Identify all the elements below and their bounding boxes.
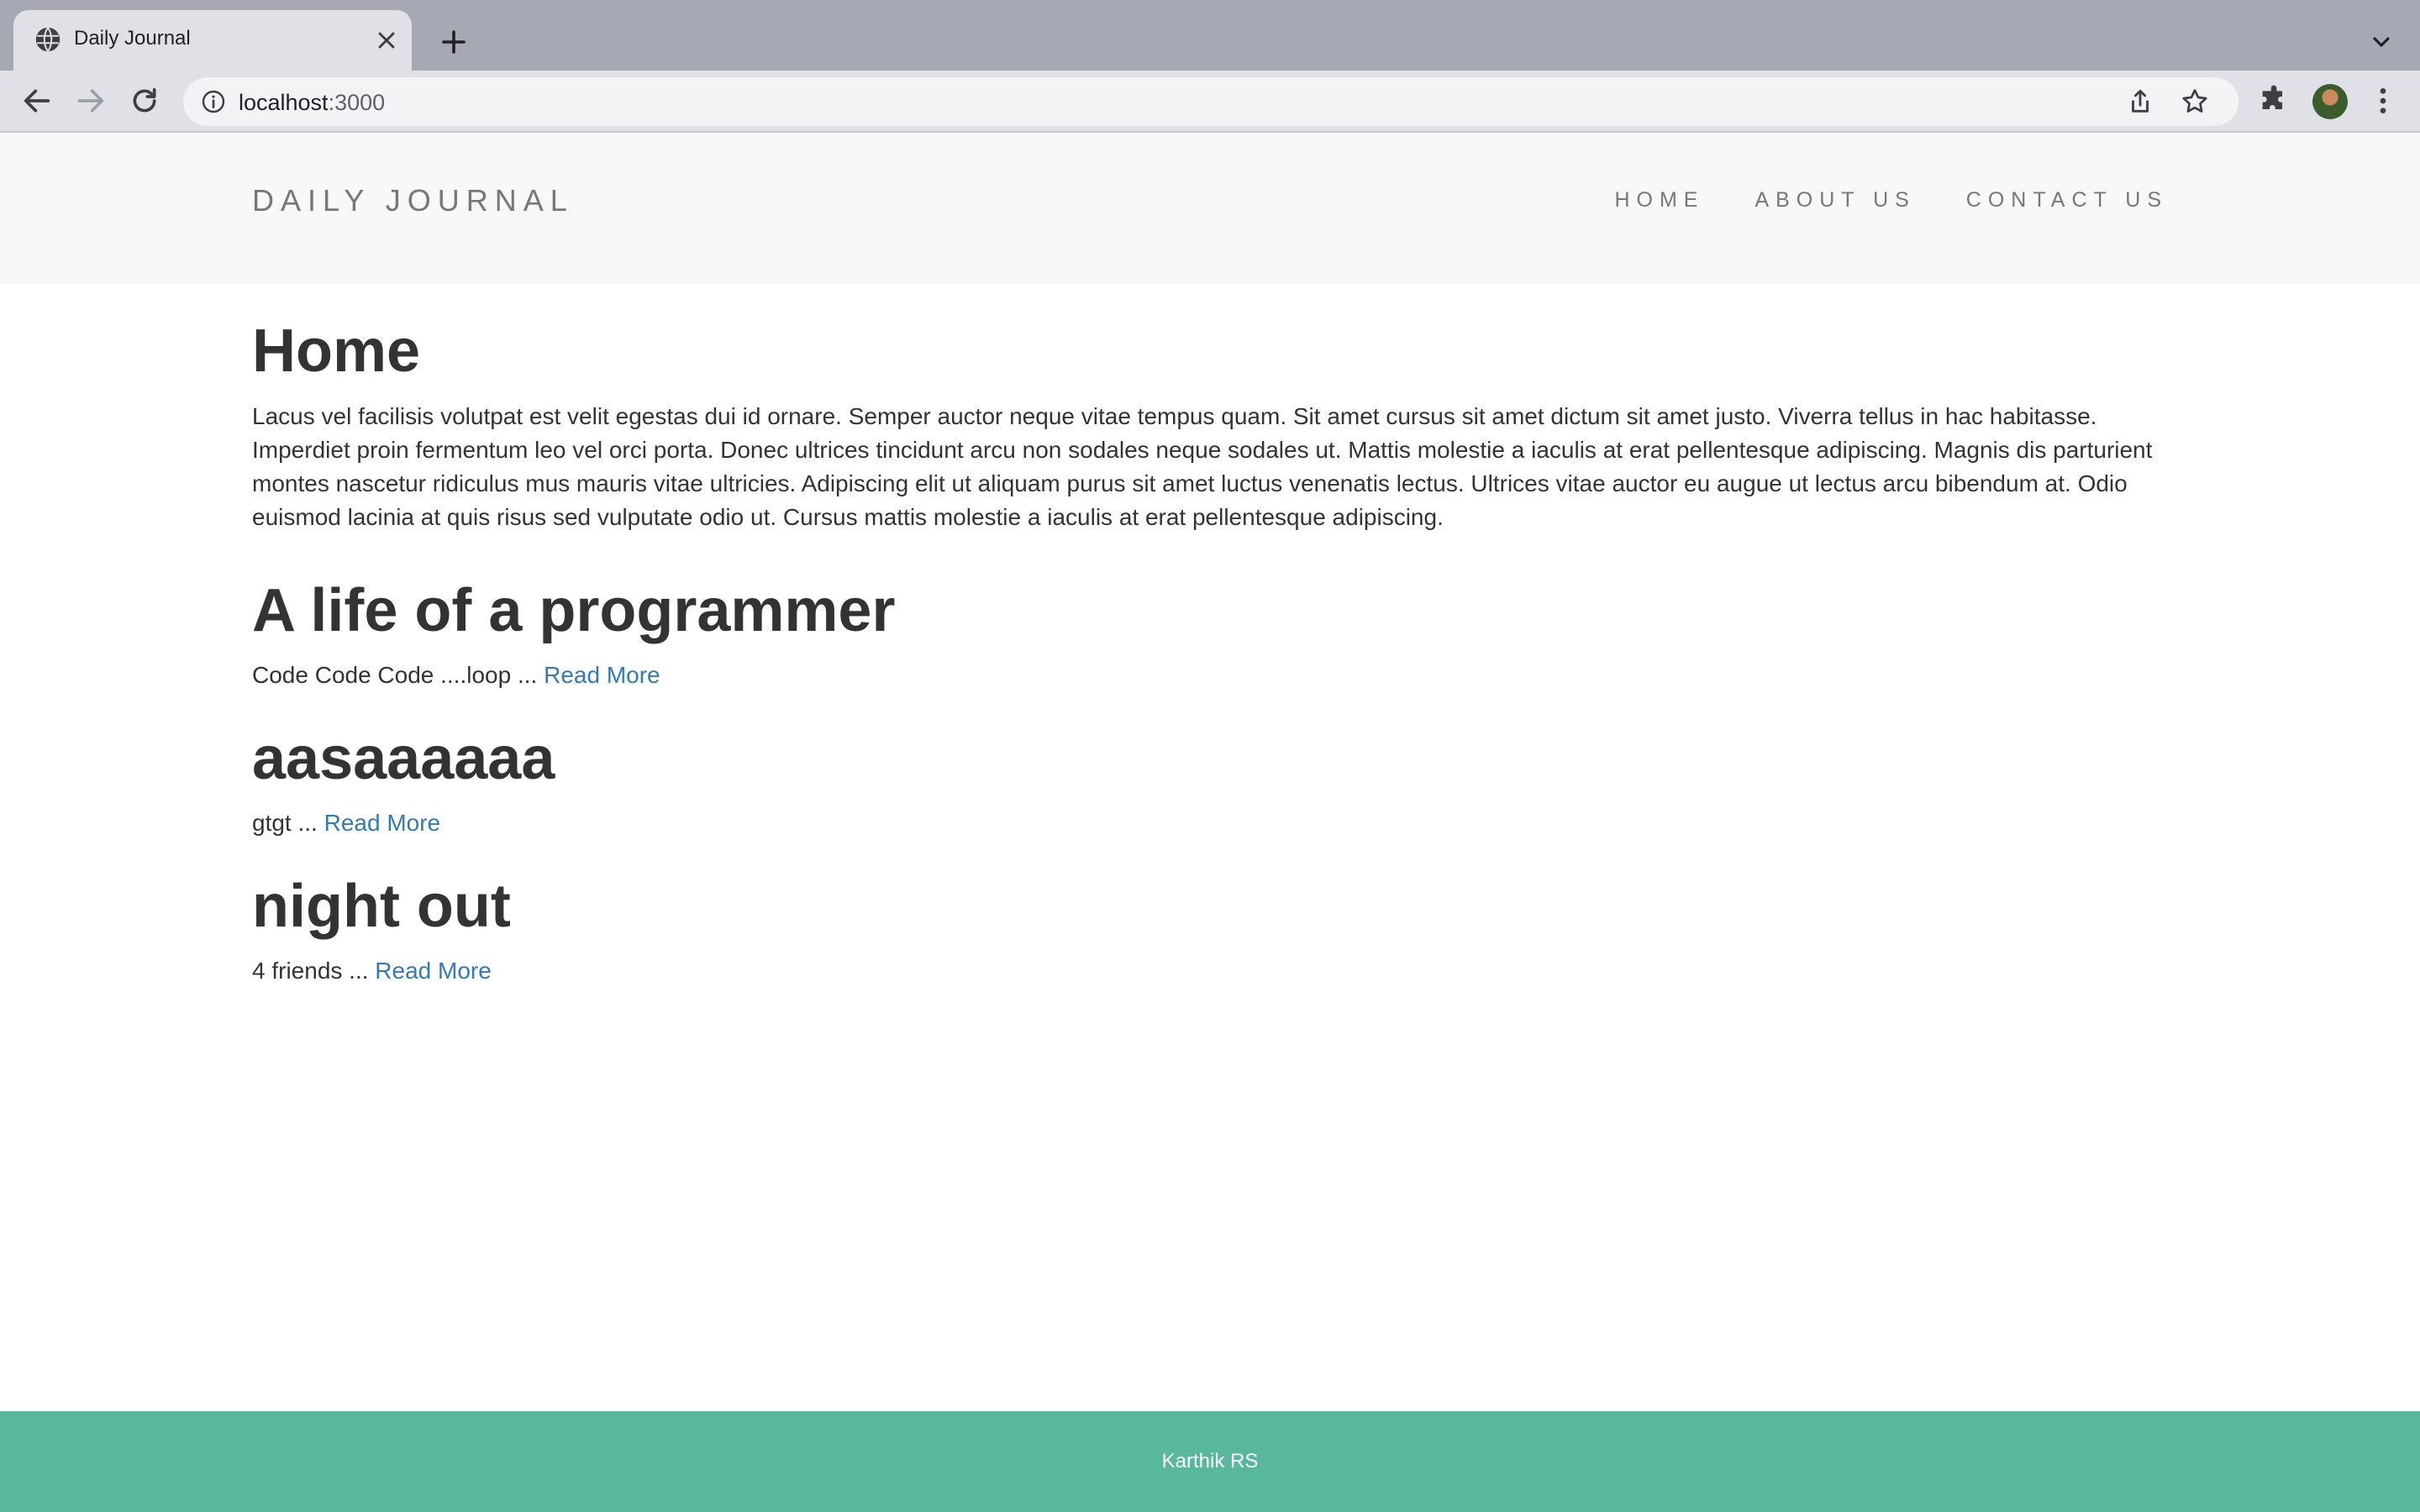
- main-content: Home Lacus vel facilisis volutpat est ve…: [252, 311, 2168, 988]
- info-icon[interactable]: [200, 88, 227, 115]
- site-navbar: DAILY JOURNAL HOME ABOUT US CONTACT US: [0, 133, 2420, 284]
- post-title: aasaaaaaa: [252, 725, 555, 792]
- post-title: A life of a programmer: [252, 577, 896, 644]
- post-excerpt: 4 friends ... Read More: [252, 954, 2168, 988]
- close-tab-icon[interactable]: [373, 27, 400, 54]
- new-tab-icon[interactable]: [439, 27, 469, 57]
- browser-toolbar: localhost:3000: [0, 71, 2420, 133]
- page-title: Home: [252, 318, 421, 385]
- globe-icon: [35, 27, 60, 52]
- home-intro-text: Lacus vel facilisis volutpat est velit e…: [252, 403, 2153, 530]
- browser-tab-strip: Daily Journal: [0, 0, 2420, 71]
- footer-text: Karthik RS: [1161, 1450, 1259, 1473]
- reload-icon[interactable]: [128, 84, 161, 118]
- read-more-link[interactable]: Read More: [544, 662, 660, 688]
- nav-home-link[interactable]: HOME: [1614, 188, 1704, 213]
- read-more-link[interactable]: Read More: [375, 958, 492, 984]
- post-item: A life of a programmer Code Code Code ..…: [252, 573, 2168, 692]
- post-excerpt: gtgt ... Read More: [252, 806, 2168, 840]
- url-host: localhost: [239, 90, 329, 115]
- browser-tab[interactable]: Daily Journal: [13, 10, 412, 71]
- post-title: night out: [252, 873, 511, 940]
- address-bar[interactable]: localhost:3000: [183, 77, 2238, 126]
- share-icon[interactable]: [2126, 87, 2154, 116]
- post-excerpt-text: Code Code Code ....loop ...: [252, 662, 544, 688]
- tab-title: Daily Journal: [74, 27, 191, 50]
- extensions-puzzle-icon[interactable]: [2257, 84, 2291, 118]
- nav-contact-link[interactable]: CONTACT US: [1966, 188, 2168, 213]
- profile-avatar[interactable]: [2312, 84, 2348, 119]
- kebab-menu-icon[interactable]: [2366, 84, 2400, 118]
- post-excerpt-text: gtgt ...: [252, 810, 324, 836]
- read-more-link[interactable]: Read More: [324, 810, 441, 836]
- url-text: localhost:3000: [239, 90, 385, 116]
- forward-arrow-icon[interactable]: [74, 84, 108, 118]
- site-footer: Karthik RS: [0, 1411, 2420, 1512]
- url-port: :3000: [328, 90, 386, 115]
- nav-menu: HOME ABOUT US CONTACT US: [1614, 188, 2168, 213]
- site-brand[interactable]: DAILY JOURNAL: [252, 183, 574, 218]
- nav-about-link[interactable]: ABOUT US: [1754, 188, 1915, 213]
- bookmark-star-icon[interactable]: [2180, 87, 2210, 117]
- chevron-down-icon[interactable]: [2368, 29, 2395, 55]
- back-arrow-icon[interactable]: [20, 84, 54, 118]
- post-item: aasaaaaaa gtgt ... Read More: [252, 721, 2168, 840]
- post-excerpt: Code Code Code ....loop ... Read More: [252, 659, 2168, 692]
- post-excerpt-text: 4 friends ...: [252, 958, 376, 984]
- post-item: night out 4 friends ... Read More: [252, 869, 2168, 988]
